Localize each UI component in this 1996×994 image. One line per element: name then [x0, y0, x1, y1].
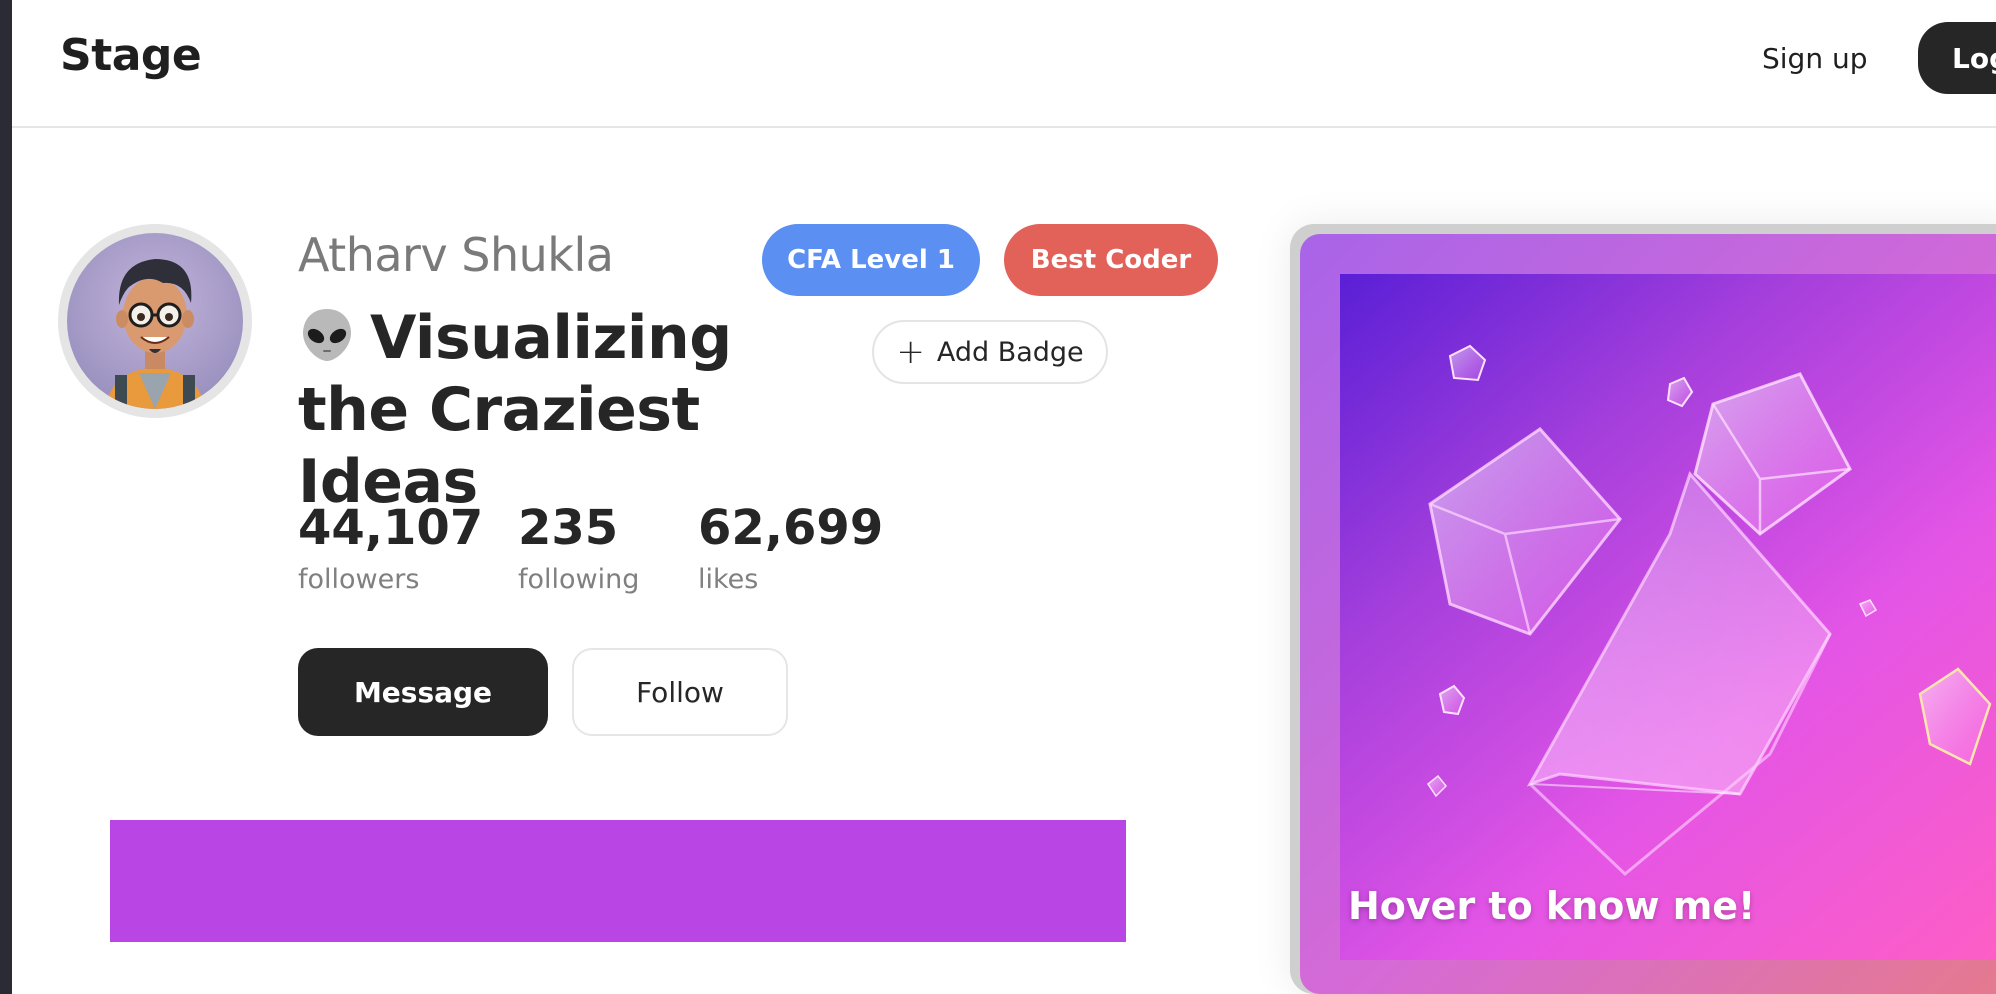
signup-link[interactable]: Sign up: [1762, 42, 1868, 75]
followers-count: 44,107: [298, 500, 484, 556]
stat-following[interactable]: 235 following: [518, 500, 639, 595]
badge-cfa-level-1[interactable]: CFA Level 1: [762, 224, 980, 296]
followers-label: followers: [298, 564, 420, 595]
plus-icon: +: [896, 332, 925, 372]
profile-name: Atharv Shukla: [298, 228, 614, 282]
add-badge-button[interactable]: + Add Badge: [872, 320, 1108, 384]
following-label: following: [518, 564, 640, 595]
following-count: 235: [518, 500, 619, 556]
left-edge-strip: [0, 0, 12, 994]
alien-icon: [298, 306, 356, 364]
likes-count: 62,699: [698, 500, 884, 556]
card-frame: [1300, 234, 1996, 994]
avatar-illustration: [67, 233, 243, 409]
purple-banner: [110, 820, 1126, 942]
top-navbar: Stage: [12, 0, 1996, 128]
hover-card[interactable]: [1290, 224, 1996, 994]
badge-best-coder[interactable]: Best Coder: [1004, 224, 1218, 296]
add-badge-label: Add Badge: [936, 336, 1084, 368]
stat-likes[interactable]: 62,699 likes: [698, 500, 883, 595]
brand-logo[interactable]: Stage: [60, 30, 202, 81]
card-artwork: [1340, 274, 1996, 960]
stat-followers[interactable]: 44,107 followers: [298, 500, 483, 595]
login-button[interactable]: Log: [1918, 22, 1996, 94]
follow-button[interactable]: Follow: [572, 648, 788, 736]
likes-label: likes: [698, 564, 759, 595]
message-button[interactable]: Message: [298, 648, 548, 736]
profile-headline: Visualizing the Craziest Ideas: [298, 302, 858, 518]
profile-avatar[interactable]: [58, 224, 252, 418]
card-caption: Hover to know me!: [1348, 884, 1756, 928]
headline-text: Visualizing the Craziest Ideas: [298, 303, 732, 517]
